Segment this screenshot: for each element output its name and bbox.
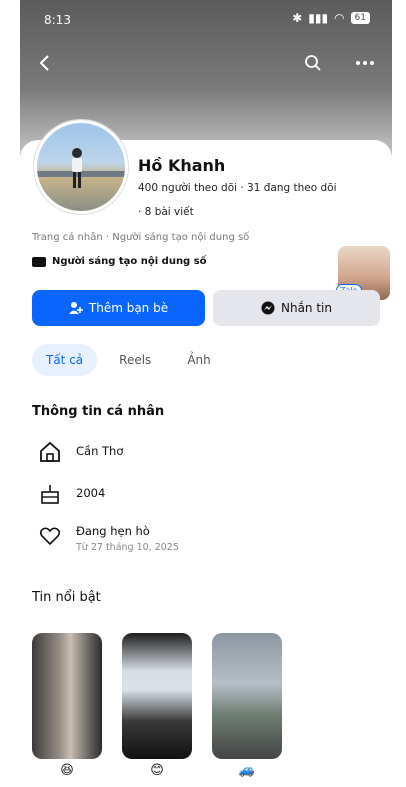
highlights-title: Tin nổi bật: [32, 590, 101, 605]
signal-icon: ▮▮▮: [308, 11, 329, 25]
birthday-cake-icon: [38, 482, 62, 506]
profile-avatar[interactable]: [34, 120, 128, 214]
tab-reels[interactable]: Reels: [105, 344, 165, 376]
profile-tabs: Tất cả Reels Ảnh: [32, 344, 225, 376]
city-value: Cần Thơ: [76, 444, 124, 458]
search-icon: [305, 55, 321, 71]
creator-category: Người sáng tạo nội dung số: [32, 256, 207, 267]
post-count: · 8 bài viết: [138, 206, 194, 218]
status-icons: ✱ ▮▮▮ ◠ 61: [292, 11, 370, 25]
highlight-item[interactable]: 🚙: [212, 633, 282, 778]
highlight-thumbnail: [212, 633, 282, 759]
add-user-icon: [68, 302, 83, 314]
status-bar: 8:13 ✱ ▮▮▮ ◠ 61: [20, 0, 392, 40]
back-button[interactable]: [28, 46, 62, 80]
info-row-relationship: Đang hẹn hò Từ 27 tháng 10, 2025: [38, 524, 179, 553]
add-friend-button[interactable]: Thêm bạn bè: [32, 290, 205, 326]
search-button[interactable]: [296, 46, 330, 80]
highlight-emoji: 😆: [60, 763, 74, 778]
add-friend-label: Thêm bạn bè: [88, 301, 169, 315]
info-row-birthday: 2004: [38, 482, 105, 506]
creator-label: Người sáng tạo nội dung số: [52, 256, 207, 267]
top-navigation: [20, 46, 392, 82]
battery-indicator: 61: [350, 12, 370, 24]
profile-content: Hồ Khanh 400 người theo dõi · 31 đang th…: [20, 120, 392, 787]
profile-bio: Trang cá nhân · Người sáng tạo nội dung …: [32, 232, 250, 243]
relationship-since: Từ 27 tháng 10, 2025: [76, 542, 179, 553]
highlight-item[interactable]: 😊: [122, 633, 192, 778]
profile-name: Hồ Khanh: [138, 156, 226, 175]
highlight-thumbnail: [32, 633, 102, 759]
birth-year-value: 2004: [76, 486, 106, 500]
highlight-item[interactable]: 😆: [32, 633, 102, 778]
highlight-emoji: 🚙: [238, 763, 256, 778]
relationship-heart-icon: [38, 524, 62, 548]
highlight-emoji: 😊: [150, 763, 164, 778]
wifi-icon: ◠: [334, 11, 345, 25]
profile-screen: 8:13 ✱ ▮▮▮ ◠ 61 Hồ Khanh 400 người theo …: [20, 0, 392, 787]
more-options-button[interactable]: [348, 46, 382, 80]
avatar-figure: [37, 148, 125, 188]
bluetooth-icon: ✱: [292, 11, 303, 25]
message-button[interactable]: Nhắn tin: [213, 290, 380, 326]
relationship-value: Đang hẹn hò: [76, 524, 150, 538]
highlights-list: 😆 😊 🚙: [32, 633, 282, 778]
messenger-icon: [261, 301, 275, 315]
video-camera-icon: [32, 256, 46, 267]
message-label: Nhắn tin: [281, 301, 332, 315]
highlight-thumbnail: [122, 633, 192, 759]
status-time: 8:13: [44, 13, 71, 27]
info-row-city: Cần Thơ: [38, 440, 123, 464]
chevron-left-icon: [39, 55, 49, 71]
more-dots-icon: [356, 61, 374, 65]
tab-photos[interactable]: Ảnh: [173, 344, 224, 376]
home-icon: [38, 440, 62, 464]
personal-info-title: Thông tin cá nhân: [32, 404, 165, 419]
tab-all[interactable]: Tất cả: [32, 344, 98, 376]
follower-stats[interactable]: 400 người theo dõi · 31 đang theo dõi: [138, 182, 337, 194]
